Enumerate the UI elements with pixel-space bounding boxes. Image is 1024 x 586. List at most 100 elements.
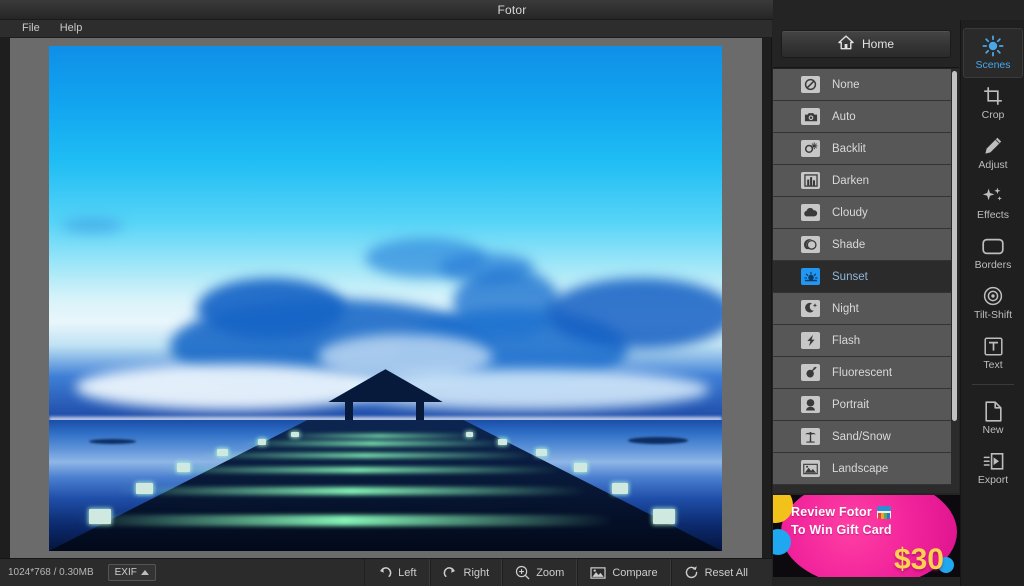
scene-item-sunset[interactable]: Sunset [773, 261, 958, 293]
lightning-icon [801, 332, 820, 349]
tool-rail-divider [971, 384, 1014, 385]
pier-lamp-l1 [89, 508, 111, 524]
pier-lamp-r5 [497, 438, 507, 445]
rail-item-effects[interactable]: Effects [961, 178, 1024, 228]
rail-item-crop[interactable]: Crop [961, 78, 1024, 128]
scene-label: Fluorescent [832, 366, 893, 379]
rail-item-scenes[interactable]: Scenes [963, 28, 1023, 78]
menu-file[interactable]: File [12, 20, 50, 37]
cloud-right-dark [547, 278, 722, 349]
scenes-scrollbar-thumb[interactable] [952, 71, 957, 421]
triangle-up-icon [140, 570, 149, 575]
promo-line-1-text: Review Fotor [791, 505, 872, 519]
pencil-icon [983, 135, 1003, 157]
exif-button[interactable]: EXIF [107, 564, 156, 581]
camera-icon [801, 108, 820, 125]
shade-icon [801, 236, 820, 253]
canvas-stage[interactable] [10, 38, 762, 558]
pier-glow-5 [237, 441, 507, 446]
scene-item-fluorescent[interactable]: Fluorescent [773, 357, 958, 389]
scenes-list[interactable]: None Auto Backlit Darken Cloudy Shade Su… [773, 69, 959, 493]
export-icon [983, 450, 1004, 472]
rail-label: Adjust [978, 159, 1008, 172]
rail-label: Borders [974, 259, 1012, 272]
rotate-right-label: Right [463, 566, 490, 579]
no-entry-icon [801, 76, 820, 93]
target-icon [983, 285, 1003, 307]
rail-label: Tilt-Shift [973, 309, 1013, 322]
scene-label: Shade [832, 238, 866, 251]
rotate-right-button[interactable]: Right [429, 558, 503, 586]
page-icon [984, 400, 1002, 422]
crop-icon [983, 85, 1003, 107]
scene-item-backlit[interactable]: Backlit [773, 133, 958, 165]
pier-lamp-r3 [573, 463, 588, 473]
scene-item-cloudy[interactable]: Cloudy [773, 197, 958, 229]
reset-circular-icon [684, 565, 699, 580]
rail-item-adjust[interactable]: Adjust [961, 128, 1024, 178]
compare-label: Compare [612, 566, 658, 579]
sun-burst-icon [982, 35, 1004, 57]
pier-lamp-l2 [136, 483, 153, 495]
rail-item-new[interactable]: New [961, 393, 1024, 443]
pier-glow-6 [277, 433, 480, 438]
pier-glow-2 [116, 487, 588, 496]
scene-label: Cloudy [832, 206, 868, 219]
cloud-low-white [75, 364, 386, 410]
scene-item-auto[interactable]: Auto [773, 101, 958, 133]
home-button-label: Home [861, 36, 894, 51]
promo-amount: $30 [893, 543, 944, 576]
pier-lamp-r1 [653, 508, 675, 524]
cloud-bank-top [197, 278, 346, 339]
scenes-scrollbar-track[interactable] [951, 69, 959, 493]
sparkles-icon [982, 185, 1004, 207]
rail-label: Text [983, 359, 1003, 372]
exif-label: EXIF [114, 567, 137, 578]
image-info-label: 1024*768 / 0.30MB [8, 567, 94, 578]
scene-item-flash[interactable]: Flash [773, 325, 958, 357]
sunset-icon [801, 268, 820, 285]
cloud-wisp-left [62, 217, 124, 233]
promo-banner[interactable]: Review Fotor To Win Gift Card $30 [773, 495, 960, 577]
scene-item-none[interactable]: None [773, 69, 958, 101]
cloud-tower [452, 268, 561, 339]
menu-bar: File Help [0, 20, 772, 38]
rotate-left-button[interactable]: Left [364, 558, 430, 586]
zoom-label: Zoom [536, 566, 565, 579]
scene-item-darken[interactable]: Darken [773, 165, 958, 197]
scene-label: Darken [832, 174, 870, 187]
rail-label: Export [977, 474, 1009, 487]
rail-item-tilt-shift[interactable]: Tilt-Shift [961, 278, 1024, 328]
rail-item-export[interactable]: Export [961, 443, 1024, 493]
scene-item-shade[interactable]: Shade [773, 229, 958, 261]
zoom-button[interactable]: Zoom [502, 558, 578, 586]
scene-label: Sunset [832, 270, 868, 283]
reset-all-button[interactable]: Reset All [670, 558, 772, 586]
scene-item-night[interactable]: Night [773, 293, 958, 325]
home-button[interactable]: Home [781, 29, 951, 58]
tool-rail: Scenes Crop Adjust Effects Borders Tilt-… [960, 20, 1024, 586]
scene-label: Sand/Snow [832, 430, 891, 443]
rail-item-text[interactable]: Text [961, 328, 1024, 378]
bulb-icon [801, 364, 820, 381]
scene-label: Auto [832, 110, 856, 123]
menu-help[interactable]: Help [50, 20, 93, 37]
pier-glow-4 [197, 452, 534, 458]
photo-pier-at-dusk[interactable] [49, 46, 722, 551]
pier-lamp-r6 [465, 431, 473, 437]
rail-label: Scenes [975, 59, 1011, 72]
rotate-left-icon [377, 566, 392, 580]
compare-button[interactable]: Compare [577, 558, 671, 586]
scene-label: Backlit [832, 142, 866, 155]
scene-item-landscape[interactable]: Landscape [773, 453, 958, 485]
scene-item-sand-snow[interactable]: Sand/Snow [773, 421, 958, 453]
scene-label: Portrait [832, 398, 870, 411]
backlit-sun-icon [801, 140, 820, 157]
home-button-area: Home [773, 20, 959, 68]
rail-label: New [982, 424, 1004, 437]
zoom-plus-icon [515, 565, 530, 580]
rail-item-borders[interactable]: Borders [961, 228, 1024, 278]
pier-glow-3 [156, 466, 561, 473]
compare-image-icon [590, 566, 606, 580]
scene-item-portrait[interactable]: Portrait [773, 389, 958, 421]
